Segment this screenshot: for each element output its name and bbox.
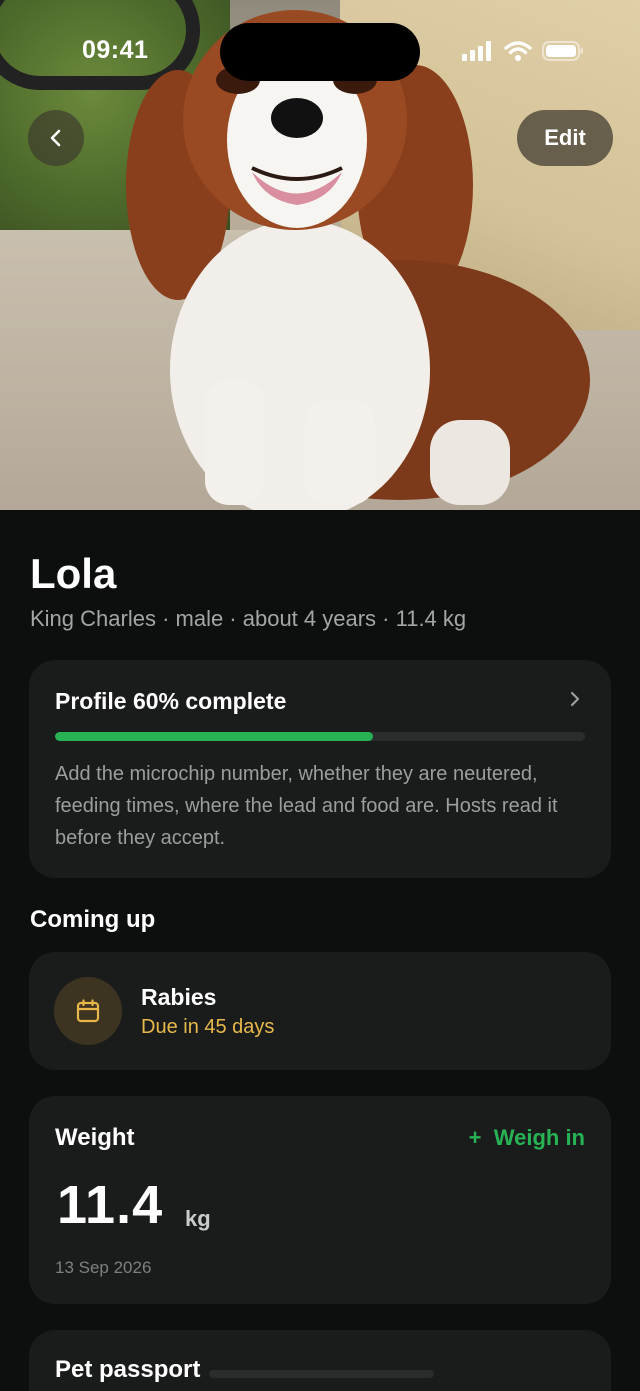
reminder-due: Due in 45 days — [141, 1016, 275, 1038]
weight-card: Weight + Weigh in 11.4 kg 13 Sep 2026 — [29, 1096, 611, 1304]
profile-progress-fill — [55, 732, 373, 741]
weight-unit: kg — [185, 1206, 211, 1231]
chevron-right-icon — [570, 691, 580, 707]
edit-button[interactable]: Edit — [517, 110, 613, 166]
calendar-icon — [76, 999, 100, 1023]
pet-passport-title: Pet passport — [55, 1356, 201, 1383]
profile-completion-card[interactable]: Profile 60% complete Add the microchip n… — [29, 660, 611, 878]
pet-name: Lola — [30, 550, 117, 597]
profile-progress-bar — [55, 732, 585, 741]
status-icons — [462, 40, 584, 62]
pet-passport-card[interactable]: Pet passport — [29, 1330, 611, 1391]
pet-passport-placeholder-bar — [209, 1370, 434, 1378]
profile-completion-title: Profile 60% complete — [55, 688, 287, 714]
cellular-signal-icon — [462, 41, 491, 61]
battery-icon — [542, 41, 583, 61]
back-button[interactable] — [28, 110, 84, 166]
profile-completion-description: Add the microchip number, whether they a… — [55, 763, 558, 849]
weigh-in-label: Weigh in — [493, 1125, 585, 1150]
pet-meta: King Charles · male · about 4 years · 11… — [30, 606, 467, 631]
weight-title: Weight — [55, 1124, 135, 1151]
reminder-card[interactable]: Rabies Due in 45 days — [29, 952, 611, 1070]
weight-date: 13 Sep 2026 — [55, 1258, 152, 1277]
reminder-icon-badge — [54, 977, 122, 1045]
pet-profile-content: Lola King Charles · male · about 4 years… — [0, 510, 640, 1391]
wifi-icon — [504, 41, 532, 61]
weigh-in-button[interactable]: + Weigh in — [469, 1125, 585, 1151]
status-time: 09:41 — [82, 36, 149, 64]
coming-up-title: Coming up — [30, 906, 156, 933]
reminder-title: Rabies — [141, 984, 217, 1010]
plus-icon: + — [468, 1125, 494, 1150]
dynamic-island — [220, 23, 420, 81]
weight-value: 11.4 — [57, 1175, 164, 1235]
chevron-left-icon — [50, 129, 61, 147]
